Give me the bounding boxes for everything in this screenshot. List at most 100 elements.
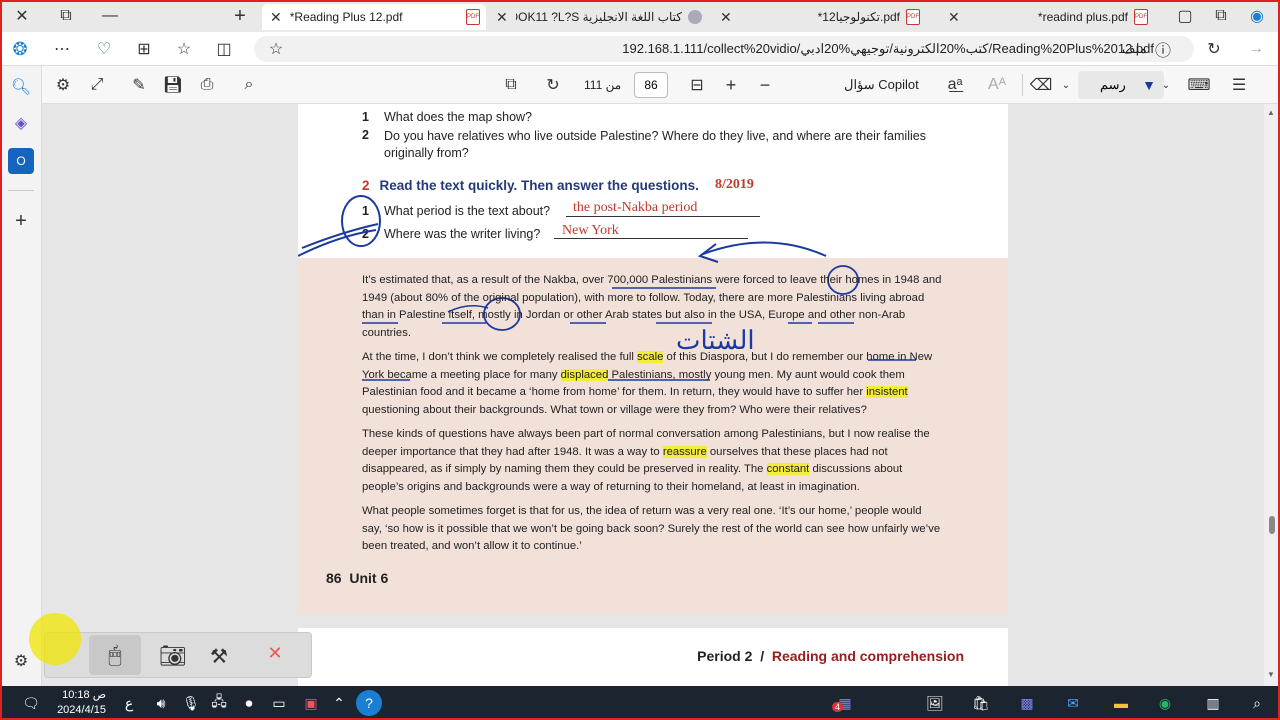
language-indicator[interactable]: ع [116, 690, 142, 716]
notification-icon[interactable]: 🗨︎ [18, 690, 44, 716]
mail-icon[interactable]: ✉ [1060, 690, 1086, 716]
microphone-icon[interactable]: 🎙︎ [178, 690, 204, 716]
url-field[interactable]: 192.168.1.111/collect%20vidio/كتب%20الكت… [254, 36, 1194, 62]
add-favorite-icon[interactable]: ☆ [264, 38, 288, 60]
fullscreen-icon[interactable]: ⤢ [84, 73, 110, 97]
camera-tray-icon[interactable]: ⏺ [236, 690, 262, 716]
toolbox-icon[interactable]: ⚒ [203, 641, 235, 671]
section-title: Reading and comprehension [771, 648, 964, 664]
chevron-down-icon[interactable]: ⌄ [1058, 73, 1074, 97]
teams-app-icon[interactable]: ▩ [1014, 690, 1040, 716]
split-screen-icon[interactable]: ◫ [212, 38, 236, 60]
file-explorer-icon[interactable]: ▬ [1108, 690, 1134, 716]
pdf-page-next: Period 2 / Reading and comprehension [298, 628, 1008, 686]
copilot-sidebar-icon[interactable]: ◈ [8, 110, 34, 136]
search-taskbar-icon[interactable]: ⌕ [1244, 690, 1270, 716]
rotate-icon[interactable]: ↻ [540, 73, 566, 97]
read-aloud-icon[interactable]: a͟ᵃ [942, 73, 968, 97]
sidebar-settings-icon[interactable]: ⚙ [8, 648, 34, 674]
ask-copilot-button[interactable]: سؤال Copilot [844, 77, 919, 93]
pdf-icon: PDF [466, 9, 480, 25]
collections-icon[interactable]: ⊞ [132, 38, 156, 60]
new-tab-icon[interactable]: + [226, 4, 254, 28]
period-heading: Period 2 / Reading and comprehension [697, 648, 964, 664]
info-icon[interactable]: ⓘ [1152, 38, 1174, 60]
edge-app-icon[interactable]: ◉ [1152, 690, 1178, 716]
paragraph-1: It’s estimated that, as a result of the … [362, 274, 942, 339]
tab-reading-plus[interactable]: ✕ *Reading Plus 12.pdf PDF [262, 4, 486, 30]
pdf-settings-icon[interactable]: ⚙ [50, 73, 76, 97]
question-number: 2 [362, 128, 369, 142]
close-capture-icon[interactable]: ✕ [263, 641, 287, 665]
tab-english-book[interactable]: ✕ كتاب اللغة الانجليزية BOOK11 ?L?S [488, 4, 708, 30]
question-text: What period is the text about? [384, 204, 551, 218]
tab-actions-icon[interactable]: ▢ [1172, 4, 1198, 28]
tab-close-icon[interactable]: ✕ [720, 9, 732, 26]
pdf-toolbar: ⚙ ⤢ ✎ 💾︎ ⎙ ⌕ ⧉ ↻ من 111 86 ⊟ + − سؤال Co… [42, 66, 1280, 104]
chevron-down-icon[interactable]: ⌄ [1158, 73, 1174, 97]
tab-close-icon[interactable]: ✕ [496, 9, 508, 26]
tab-label: *readind plus.pdf [1037, 10, 1128, 24]
outlook-icon[interactable]: O [8, 148, 34, 174]
tab-readind-plus[interactable]: ✕ *readind plus.pdf PDF [940, 4, 1154, 30]
period-separator: / [760, 648, 765, 664]
unit-label: Unit 6 [349, 570, 389, 586]
restore-icon[interactable]: ⧉ [52, 4, 80, 28]
page-number-input[interactable]: 86 [634, 72, 668, 98]
scroll-up-icon[interactable]: ▲ [1267, 108, 1275, 117]
exercise-heading: 2 Read the text quickly. Then answer the … [362, 178, 699, 193]
highlighter-icon[interactable]: ⌨ [1186, 73, 1212, 97]
sidebar-divider [8, 190, 34, 191]
task-view-icon[interactable]: ▥ [1200, 690, 1226, 716]
close-window-icon[interactable]: ✕ [8, 4, 36, 28]
vertical-scrollbar[interactable]: ▲ ▼ [1264, 104, 1280, 686]
system-clock[interactable]: 10:18 ص 2024/4/15 [56, 688, 106, 718]
print-icon[interactable]: ⎙ [194, 73, 220, 97]
tab-close-icon[interactable]: ✕ [270, 9, 282, 26]
forward-icon[interactable]: → [1244, 38, 1268, 60]
volume-icon[interactable]: 🔊︎ [148, 690, 174, 716]
more-icon[interactable]: ⋯ [50, 38, 74, 60]
minimize-icon[interactable]: — [96, 4, 124, 28]
workspaces-icon[interactable]: ⧉ [1208, 4, 1234, 28]
eraser-icon[interactable]: ⌫ [1028, 73, 1054, 97]
draw-button[interactable]: رسم ▼ [1078, 71, 1164, 99]
search-icon[interactable]: 🔍︎ [8, 74, 34, 100]
tab-technology[interactable]: ✕ *تكنولوجيا12.pdf PDF [712, 4, 926, 30]
zoom-in-icon[interactable]: + [718, 73, 744, 97]
teams-badge: 4 [832, 702, 844, 712]
help-icon[interactable]: ? [356, 690, 382, 716]
highlighted-word: displaced [560, 368, 609, 381]
tab-close-icon[interactable]: ✕ [948, 9, 960, 26]
contents-icon[interactable]: ☰ [1226, 73, 1252, 97]
question-number: 1 [362, 204, 369, 218]
battery-icon[interactable]: ▭ [266, 690, 292, 716]
photos-icon[interactable]: 🖼︎ [922, 690, 948, 716]
page-view-icon[interactable]: ⧉ [498, 73, 524, 97]
fit-page-icon[interactable]: ⊟ [684, 73, 710, 97]
show-hidden-icons-icon[interactable]: ⌃ [326, 690, 352, 716]
find-icon[interactable]: ⌕ [236, 73, 262, 97]
ink-circle [341, 195, 381, 247]
edit-icon[interactable]: ✎ [126, 73, 152, 97]
text-icon[interactable]: Aᴬ [984, 73, 1010, 97]
answer-line [554, 238, 748, 239]
mouse-mode-button[interactable]: 🖱︎ [89, 635, 141, 675]
save-icon[interactable]: 💾︎ [160, 73, 186, 97]
scroll-down-icon[interactable]: ▼ [1267, 670, 1275, 679]
add-sidebar-icon[interactable]: + [8, 208, 34, 234]
copilot-icon[interactable]: ❂ [8, 38, 32, 60]
clock-time: 10:18 ص [62, 689, 106, 701]
draw-label: رسم [1100, 77, 1126, 92]
camera-icon[interactable]: 📷︎ [157, 641, 189, 671]
refresh-icon[interactable]: ↻ [1202, 38, 1226, 60]
store-icon[interactable]: 🛍︎ [968, 690, 994, 716]
favorites-icon[interactable]: ☆ [172, 38, 196, 60]
performance-icon[interactable]: ♡ [92, 38, 116, 60]
exercise-title: Read the text quickly. Then answer the q… [379, 178, 699, 193]
network-icon[interactable]: 🖧 [206, 690, 232, 716]
capture-tray-icon[interactable]: ▣ [298, 690, 324, 716]
period-label: Period 2 [697, 648, 753, 664]
zoom-out-icon[interactable]: − [752, 73, 778, 97]
scrollbar-thumb[interactable] [1269, 516, 1275, 534]
